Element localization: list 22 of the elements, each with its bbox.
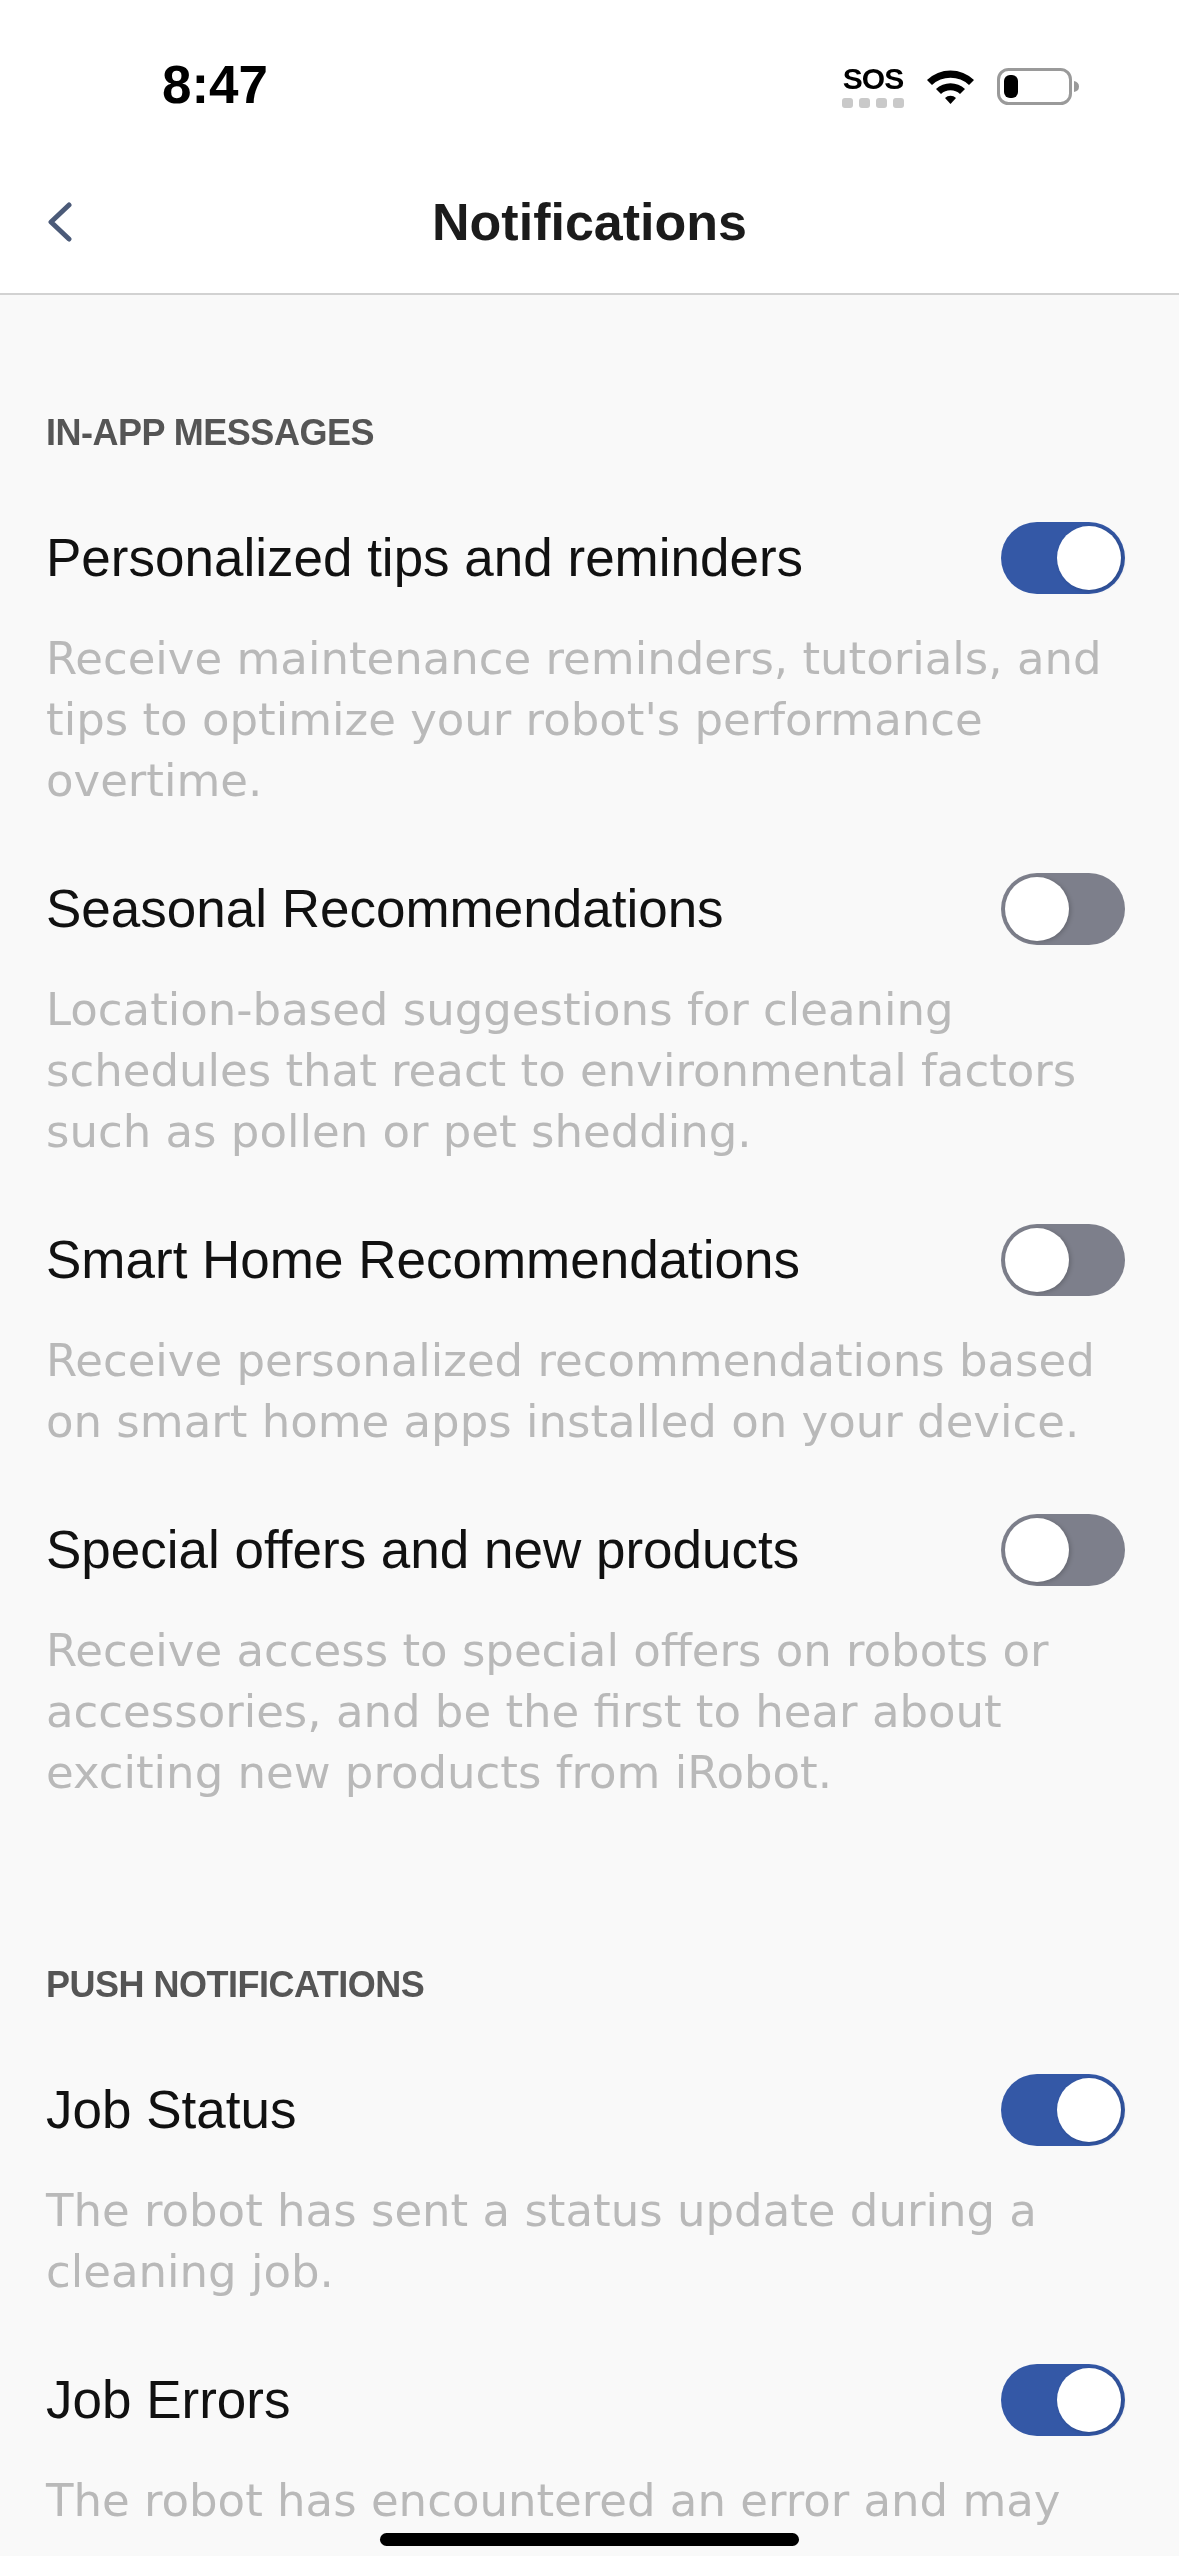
setting-description: The robot has encountered an error and may: [46, 2473, 1061, 2529]
setting-description: Location-based suggestions for cleaning schedules that react to environmental factors such as pollen or pet shedding.: [46, 982, 1078, 1160]
setting-description: Receive maintenance reminders, tutorials, and tips to optimize your robot's performance overtime.: [46, 631, 1103, 809]
setting-title: Job Status: [46, 2080, 297, 2140]
carrier-label: SOS: [842, 63, 904, 95]
back-button[interactable]: [46, 201, 72, 242]
signal-dots-icon: [842, 98, 904, 108]
wifi-icon: [925, 68, 976, 105]
setting-title: Smart Home Recommendations: [46, 1230, 801, 1290]
setting-title: Special offers and new products: [46, 1520, 800, 1580]
setting-description: Receive personalized recommendations based on smart home apps installed on your device.: [46, 1333, 1096, 1450]
status-time: 8:47: [161, 57, 269, 113]
setting-description: Receive access to special offers on robots or accessories, and be the first to hear about exciting new products from iRobot.: [46, 1623, 1050, 1801]
section-heading: PUSH NOTIFICATIONS: [46, 1963, 425, 2007]
screen-title: Notifications: [432, 191, 747, 252]
setting-title: Job Errors: [46, 2370, 291, 2430]
chevron-left-icon: [46, 201, 72, 242]
setting-title: Personalized tips and reminders: [46, 528, 804, 588]
battery-icon: [997, 68, 1080, 105]
section-heading: IN-APP MESSAGES: [46, 411, 374, 455]
setting-title: Seasonal Recommendations: [46, 879, 724, 939]
setting-description: The robot has sent a status update during a cleaning job.: [46, 2183, 1038, 2300]
